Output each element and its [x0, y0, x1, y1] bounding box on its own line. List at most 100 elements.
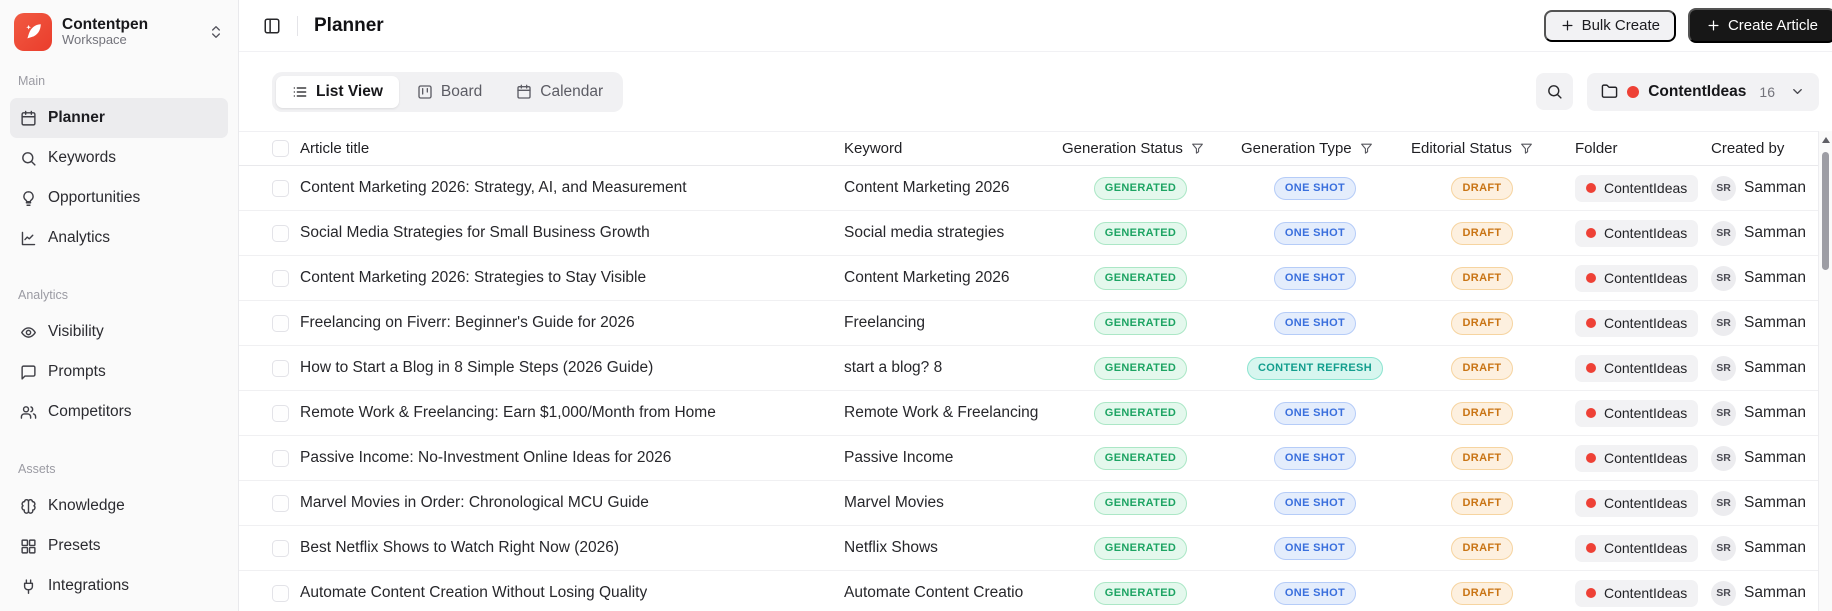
filter-icon[interactable] [1191, 142, 1204, 155]
folder-color-dot [1586, 318, 1596, 328]
folder-color-dot [1586, 228, 1596, 238]
editorial-status-badge: DRAFT [1451, 311, 1513, 335]
page-title: Planner [314, 14, 384, 36]
table-row[interactable]: Content Marketing 2026: Strategy, AI, an… [239, 166, 1832, 211]
table-scrollbar[interactable] [1818, 131, 1832, 611]
search-icon [1548, 85, 1562, 99]
sidebar-item-planner[interactable]: Planner [10, 98, 228, 138]
creator-name: Samman [1744, 539, 1807, 556]
sidebar-item-keywords[interactable]: Keywords [10, 138, 228, 178]
workspace-switcher[interactable]: Contentpen Workspace [10, 10, 228, 54]
avatar: SR [1711, 310, 1736, 336]
search-button[interactable] [1536, 73, 1574, 110]
table-row[interactable]: Automate Content Creation Without Losing… [239, 571, 1832, 611]
sidebar-section-label: Analytics [18, 288, 69, 302]
sidebar-item-integrations[interactable]: Integrations [10, 566, 228, 606]
sidebar-item-presets[interactable]: Presets [10, 526, 228, 566]
workspace-logo-icon [14, 13, 52, 51]
row-checkbox[interactable] [272, 539, 289, 557]
tab-board[interactable]: Board [401, 76, 498, 108]
folder-color-dot [1586, 588, 1596, 598]
editorial-status-badge: DRAFT [1451, 491, 1513, 515]
folder-chip: ContentIdeas [1575, 399, 1699, 427]
generation-status-badge: GENERATED [1093, 491, 1188, 515]
folder-chip: ContentIdeas [1575, 534, 1699, 562]
table-row[interactable]: Passive Income: No-Investment Online Ide… [239, 436, 1832, 481]
sidebar-item-analytics[interactable]: Analytics [10, 218, 228, 258]
row-checkbox[interactable] [272, 494, 289, 512]
folder-item-count: 16 [1759, 83, 1775, 100]
row-checkbox[interactable] [272, 449, 289, 467]
column-header-keyword: Keyword [844, 140, 903, 157]
row-checkbox[interactable] [272, 404, 289, 422]
calendar-icon [20, 110, 37, 127]
users-icon [20, 404, 37, 421]
editorial-status-badge: DRAFT [1451, 356, 1513, 380]
generation-type-badge: ONE SHOT [1273, 311, 1357, 335]
chevron-down-icon [1790, 84, 1805, 99]
sidebar-item-knowledge[interactable]: Knowledge [10, 486, 228, 526]
table-row[interactable]: Best Netflix Shows to Watch Right Now (2… [239, 526, 1832, 571]
row-checkbox[interactable] [272, 314, 289, 332]
sidebar-toggle-icon[interactable] [263, 17, 281, 35]
generation-type-badge: ONE SHOT [1273, 446, 1357, 470]
folder-color-dot [1586, 363, 1596, 373]
folder-color-dot [1586, 543, 1596, 553]
editorial-status-badge: DRAFT [1451, 581, 1513, 605]
table-row[interactable]: Content Marketing 2026: Strategies to St… [239, 256, 1832, 301]
generation-status-badge: GENERATED [1093, 536, 1188, 560]
tab-calendar[interactable]: Calendar [500, 76, 619, 108]
row-checkbox[interactable] [272, 224, 289, 242]
editorial-status-badge: DRAFT [1451, 221, 1513, 245]
plus-icon [1708, 20, 1719, 31]
keyword: Content Marketing 2026 [844, 269, 1010, 286]
creator-name: Samman [1744, 494, 1807, 511]
sidebar-item-prompts[interactable]: Prompts [10, 352, 228, 392]
filter-icon[interactable] [1360, 142, 1373, 155]
folder-chip: ContentIdeas [1575, 264, 1699, 292]
filter-icon[interactable] [1520, 142, 1533, 155]
folder-chip: ContentIdeas [1575, 354, 1699, 382]
row-checkbox[interactable] [272, 359, 289, 377]
article-title: How to Start a Blog in 8 Simple Steps (2… [300, 359, 654, 376]
row-checkbox[interactable] [272, 179, 289, 197]
row-checkbox[interactable] [272, 584, 289, 602]
table-row[interactable]: Marvel Movies in Order: Chronological MC… [239, 481, 1832, 526]
keyword: Content Marketing 2026 [844, 179, 1010, 196]
folder-selector[interactable]: ContentIdeas 16 [1587, 72, 1819, 111]
editorial-status-badge: DRAFT [1451, 176, 1513, 200]
workspace-subtitle: Workspace [62, 32, 127, 48]
table-row[interactable]: Freelancing on Fiverr: Beginner's Guide … [239, 301, 1832, 346]
creator-name: Samman [1744, 179, 1807, 196]
row-checkbox[interactable] [272, 269, 289, 287]
generation-type-badge: ONE SHOT [1273, 401, 1357, 425]
tab-list-view[interactable]: List View [276, 75, 399, 108]
folder-color-dot [1586, 408, 1596, 418]
sidebar-item-visibility[interactable]: Visibility [10, 312, 228, 352]
plug-icon [20, 578, 37, 595]
generation-status-badge: GENERATED [1093, 356, 1188, 380]
table-row[interactable]: How to Start a Blog in 8 Simple Steps (2… [239, 346, 1832, 391]
generation-status-badge: GENERATED [1093, 266, 1188, 290]
editorial-status-badge: DRAFT [1451, 401, 1513, 425]
folder-chip: ContentIdeas [1575, 174, 1699, 202]
list-icon [292, 84, 308, 100]
creator-name: Samman [1744, 314, 1807, 331]
chat-icon [20, 364, 37, 381]
create-article-button[interactable]: Create Article [1687, 8, 1832, 43]
keyword: Netflix Shows [844, 539, 938, 556]
table-row[interactable]: Social Media Strategies for Small Busine… [239, 211, 1832, 256]
generation-status-badge: GENERATED [1093, 221, 1188, 245]
sidebar-item-competitors[interactable]: Competitors [10, 392, 228, 432]
generation-type-badge: ONE SHOT [1273, 581, 1357, 605]
scroll-up-arrow[interactable] [1821, 137, 1830, 143]
table-row[interactable]: Remote Work & Freelancing: Earn $1,000/M… [239, 391, 1832, 436]
keyword: Marvel Movies [844, 494, 944, 511]
bulk-create-button[interactable]: Bulk Create [1543, 9, 1676, 42]
chevrons-up-down-icon[interactable] [208, 24, 224, 40]
select-all-checkbox[interactable] [272, 140, 289, 157]
brain-icon [20, 498, 37, 515]
sidebar-item-opportunities[interactable]: Opportunities [10, 178, 228, 218]
folder-chip: ContentIdeas [1575, 579, 1699, 607]
scrollbar-thumb[interactable] [1822, 152, 1829, 270]
